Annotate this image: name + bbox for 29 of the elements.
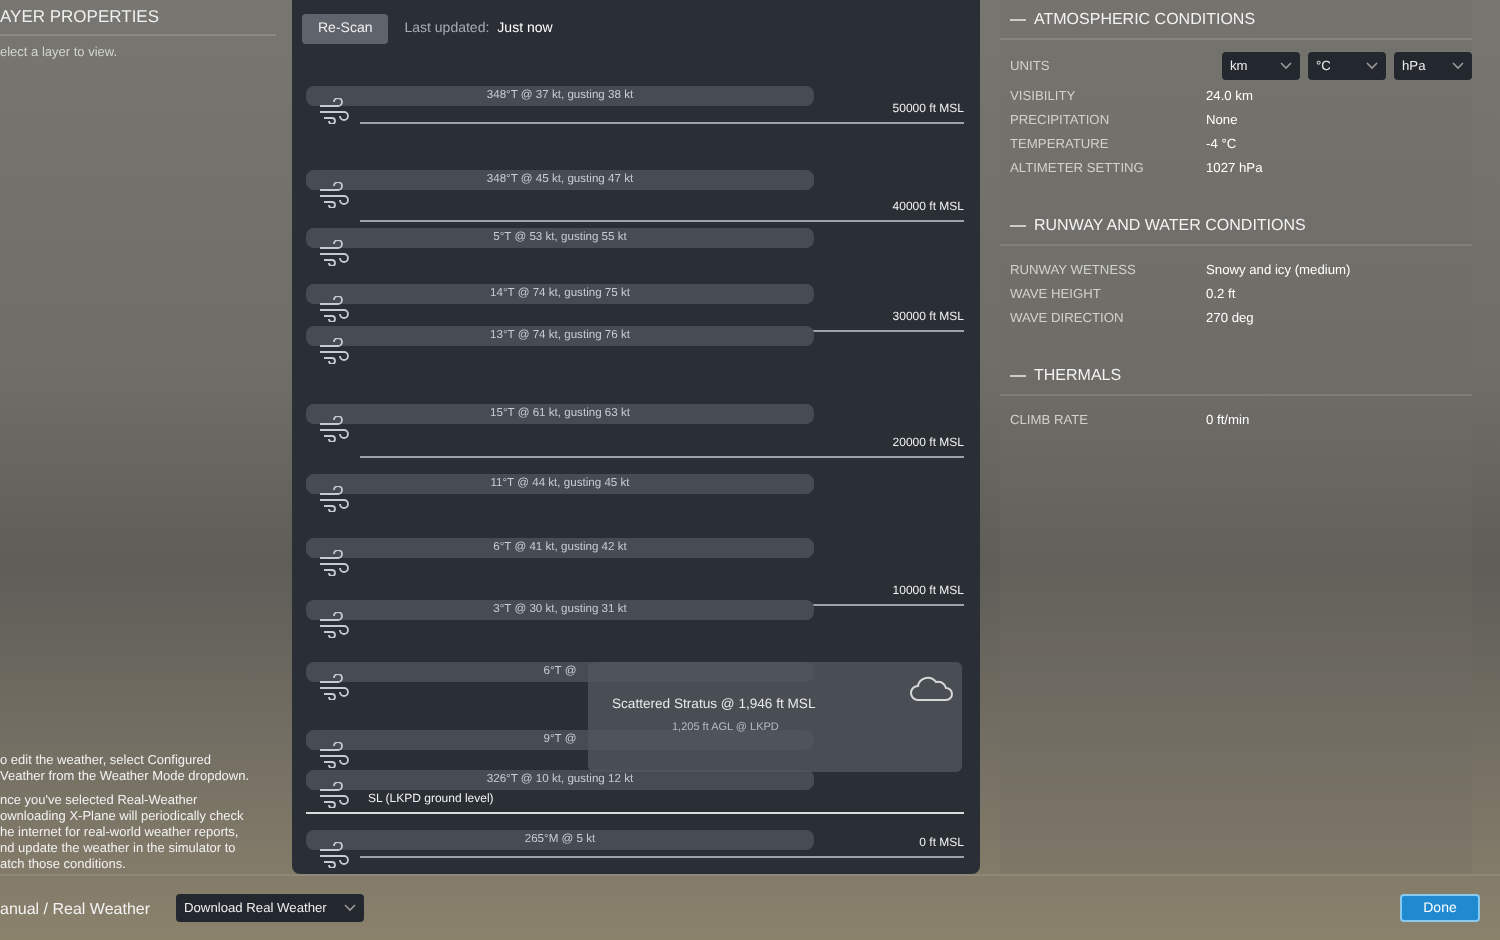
section-title: THERMALS <box>1034 366 1122 384</box>
wind-icon <box>317 781 349 807</box>
weather-mode-label: anual / Real Weather <box>0 899 153 917</box>
wind-icon <box>317 295 349 321</box>
section-title: ATMOSPHERIC CONDITIONS <box>1034 10 1256 28</box>
wind-icon <box>317 841 349 867</box>
section-heading[interactable]: RUNWAY AND WATER CONDITIONS <box>1000 216 1472 246</box>
wind-icon <box>317 337 349 363</box>
collapse-dash-icon <box>1010 17 1026 21</box>
wind-icon <box>317 181 349 207</box>
wind-icon <box>317 549 349 575</box>
caret-icon <box>1366 62 1378 70</box>
section-heading[interactable]: THERMALS <box>1000 366 1472 396</box>
section-heading[interactable]: ATMOSPHERIC CONDITIONS <box>1000 10 1472 40</box>
wind-icon <box>317 611 349 637</box>
wind-icon <box>317 741 349 767</box>
wind-icon <box>317 239 349 265</box>
cloud-icon <box>910 674 954 702</box>
panel-title: AYER PROPERTIES <box>0 0 276 36</box>
collapse-dash-icon <box>1010 373 1026 377</box>
wind-icon <box>317 415 349 441</box>
section-title: RUNWAY AND WATER CONDITIONS <box>1034 216 1306 234</box>
caret-icon <box>1280 62 1292 70</box>
collapse-dash-icon <box>1010 223 1026 227</box>
caret-icon <box>1452 62 1464 70</box>
wind-icon <box>317 97 349 123</box>
wind-icon <box>317 673 349 699</box>
wind-icon <box>317 485 349 511</box>
caret-icon <box>344 904 356 912</box>
